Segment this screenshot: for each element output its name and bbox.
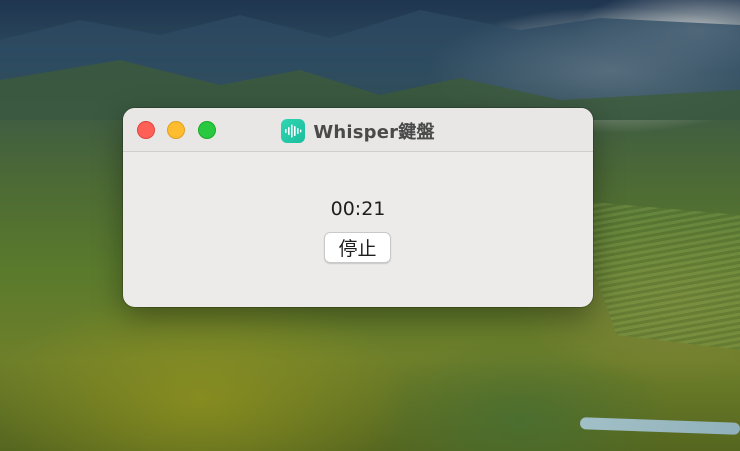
waveform-icon bbox=[281, 119, 306, 143]
mountain-silhouette bbox=[0, 10, 740, 120]
window-title: Whisper鍵盤 bbox=[313, 122, 435, 143]
app-window: Whisper鍵盤 00:21 停止 bbox=[123, 108, 593, 307]
window-title-group: Whisper鍵盤 bbox=[123, 118, 593, 144]
title-bar[interactable]: Whisper鍵盤 bbox=[123, 108, 593, 152]
elapsed-time: 00:21 bbox=[330, 198, 386, 220]
window-content: 00:21 停止 bbox=[123, 152, 593, 307]
desktop-wallpaper: Whisper鍵盤 00:21 停止 bbox=[0, 0, 740, 451]
stop-button[interactable]: 停止 bbox=[324, 232, 391, 263]
river bbox=[579, 417, 740, 435]
